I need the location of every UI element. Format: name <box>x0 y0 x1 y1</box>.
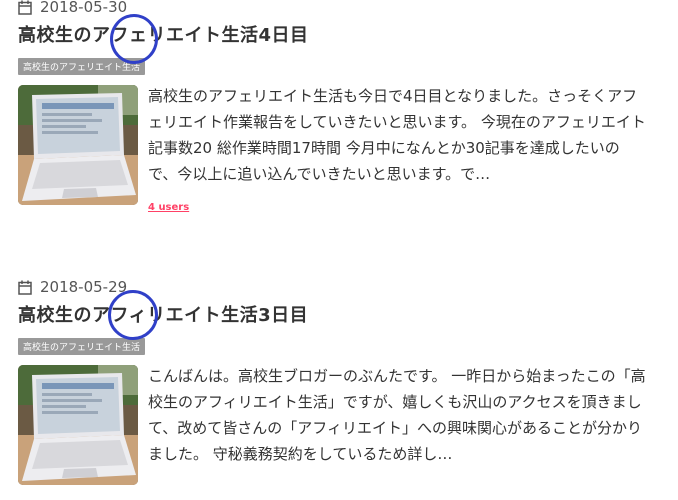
post-date: 2018-05-30 <box>40 0 128 16</box>
post-thumbnail[interactable] <box>18 85 138 205</box>
category-tag[interactable]: 高校生のアフェリエイト生活 <box>18 338 146 355</box>
annotation-circle <box>108 290 158 340</box>
annotation-circle <box>110 14 158 64</box>
laptop-photo <box>18 85 138 205</box>
post-thumbnail[interactable] <box>18 365 138 485</box>
post-excerpt: 高校生のアフェリエイト生活も今日で4日目となりました。さっそくアフェリエイト作業… <box>148 87 646 183</box>
calendar-icon <box>18 0 32 15</box>
post-date-row: 2018-05-30 <box>18 0 668 20</box>
bookmark-users-badge[interactable]: 4 users <box>148 202 189 213</box>
laptop-photo <box>18 365 138 485</box>
calendar-icon <box>18 280 32 295</box>
post-excerpt: こんばんは。高校生ブロガーのぶんたです。 一昨日から始まったこの「高校生のアフィ… <box>148 367 646 463</box>
post-date: 2018-05-29 <box>40 278 128 296</box>
